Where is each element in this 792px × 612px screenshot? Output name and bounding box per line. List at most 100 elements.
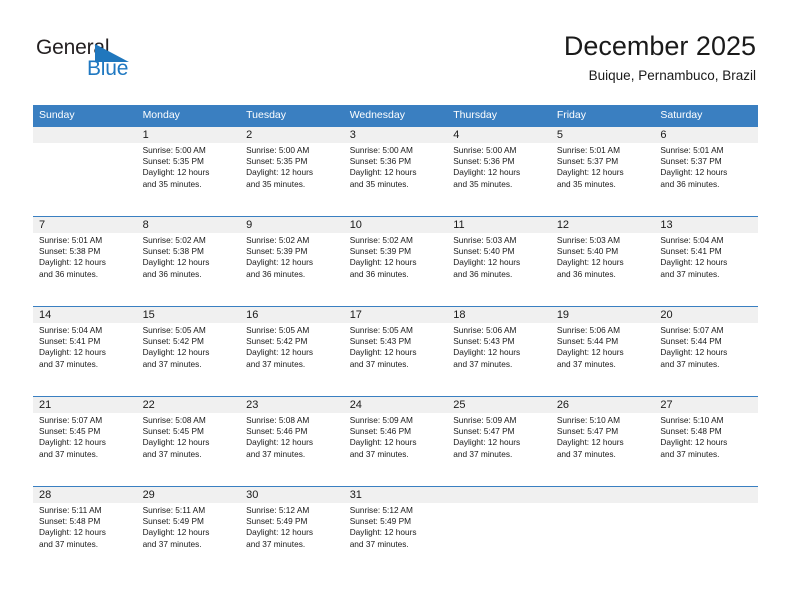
daylight-text-line1: Daylight: 12 hours — [556, 257, 624, 268]
day-number: 6 — [660, 129, 667, 141]
daylight-text-line1: Daylight: 12 hours — [349, 257, 417, 268]
day-cell[interactable]: 16 Sunrise: 5:05 AM Sunset: 5:42 PM Dayl… — [240, 307, 344, 370]
sunset-text: Sunset: 5:43 PM — [349, 336, 412, 347]
day-details: Sunrise: 5:02 AM Sunset: 5:39 PM Dayligh… — [350, 235, 448, 280]
daylight-text-line1: Daylight: 12 hours — [142, 527, 210, 538]
calendar-week-row: 21 Sunrise: 5:07 AM Sunset: 5:45 PM Dayl… — [33, 396, 758, 486]
daylight-text-line2: and 36 minutes. — [453, 268, 513, 279]
daylight-text-line1: Daylight: 12 hours — [39, 437, 106, 448]
title-block: December 2025 Buique, Pernambuco, Brazil — [564, 30, 756, 84]
daylight-text-line2: and 35 minutes. — [349, 178, 409, 189]
day-details: Sunrise: 5:12 AM Sunset: 5:49 PM Dayligh… — [246, 505, 344, 550]
day-cell[interactable]: 3 Sunrise: 5:00 AM Sunset: 5:36 PM Dayli… — [344, 127, 448, 190]
sunset-text: Sunset: 5:45 PM — [39, 426, 101, 437]
day-number: 25 — [453, 399, 466, 411]
day-cell[interactable]: 18 Sunrise: 5:06 AM Sunset: 5:43 PM Dayl… — [447, 307, 551, 370]
day-number: 3 — [349, 129, 356, 141]
day-cell[interactable]: 31 Sunrise: 5:12 AM Sunset: 5:49 PM Dayl… — [344, 487, 448, 550]
day-cell[interactable]: 4 Sunrise: 5:00 AM Sunset: 5:36 PM Dayli… — [447, 127, 551, 190]
day-cell[interactable]: 11 Sunrise: 5:03 AM Sunset: 5:40 PM Dayl… — [447, 217, 551, 280]
day-cell[interactable]: 23 Sunrise: 5:08 AM Sunset: 5:46 PM Dayl… — [240, 397, 344, 460]
day-details: Sunrise: 5:02 AM Sunset: 5:38 PM Dayligh… — [143, 235, 241, 280]
day-cell[interactable]: 2 Sunrise: 5:00 AM Sunset: 5:35 PM Dayli… — [240, 127, 344, 190]
day-details: Sunrise: 5:01 AM Sunset: 5:37 PM Dayligh… — [557, 145, 655, 190]
daylight-text-line2: and 35 minutes. — [142, 178, 202, 189]
daylight-text-line1: Daylight: 12 hours — [246, 257, 313, 268]
daylight-text-line2: and 36 minutes. — [39, 268, 99, 279]
day-cell[interactable]: 22 Sunrise: 5:08 AM Sunset: 5:45 PM Dayl… — [137, 397, 241, 460]
day-details: Sunrise: 5:10 AM Sunset: 5:48 PM Dayligh… — [660, 415, 758, 460]
day-cell[interactable]: 21 Sunrise: 5:07 AM Sunset: 5:45 PM Dayl… — [33, 397, 137, 460]
daylight-text-line2: and 35 minutes. — [246, 178, 306, 189]
calendar-week-row: 1 Sunrise: 5:00 AM Sunset: 5:35 PM Dayli… — [33, 126, 758, 216]
page-subtitle: Buique, Pernambuco, Brazil — [588, 68, 756, 83]
sunset-text: Sunset: 5:49 PM — [246, 516, 308, 527]
weekday-header-saturday: Saturday — [660, 109, 703, 121]
day-number: 20 — [660, 309, 673, 321]
sunset-text: Sunset: 5:41 PM — [39, 336, 101, 347]
day-cell[interactable]: 17 Sunrise: 5:05 AM Sunset: 5:43 PM Dayl… — [344, 307, 448, 370]
sunset-text: Sunset: 5:42 PM — [142, 336, 204, 347]
day-cell[interactable]: 7 Sunrise: 5:01 AM Sunset: 5:38 PM Dayli… — [33, 217, 137, 280]
sunrise-text: Sunrise: 5:04 AM — [660, 235, 724, 245]
day-cell[interactable]: 19 Sunrise: 5:06 AM Sunset: 5:44 PM Dayl… — [551, 307, 655, 370]
daylight-text-line1: Daylight: 12 hours — [246, 527, 313, 538]
day-cell[interactable]: 25 Sunrise: 5:09 AM Sunset: 5:47 PM Dayl… — [447, 397, 551, 460]
day-number: 5 — [556, 129, 563, 141]
day-details: Sunrise: 5:05 AM Sunset: 5:43 PM Dayligh… — [350, 325, 448, 370]
day-cell[interactable]: 8 Sunrise: 5:02 AM Sunset: 5:38 PM Dayli… — [137, 217, 241, 280]
day-cell[interactable] — [551, 487, 655, 550]
sunrise-text: Sunrise: 5:03 AM — [556, 235, 620, 245]
day-cell[interactable]: 5 Sunrise: 5:01 AM Sunset: 5:37 PM Dayli… — [551, 127, 655, 190]
day-cell[interactable] — [447, 487, 551, 550]
day-details: Sunrise: 5:05 AM Sunset: 5:42 PM Dayligh… — [143, 325, 241, 370]
day-cell[interactable]: 30 Sunrise: 5:12 AM Sunset: 5:49 PM Dayl… — [240, 487, 344, 550]
day-cell[interactable]: 26 Sunrise: 5:10 AM Sunset: 5:47 PM Dayl… — [551, 397, 655, 460]
daylight-text-line2: and 36 minutes. — [349, 268, 409, 279]
calendar-page: General Blue December 2025 Buique, Perna… — [0, 0, 792, 612]
day-cell[interactable]: 29 Sunrise: 5:11 AM Sunset: 5:49 PM Dayl… — [137, 487, 241, 550]
sunset-text: Sunset: 5:44 PM — [556, 336, 619, 347]
daylight-text-line2: and 37 minutes. — [660, 268, 720, 279]
sunrise-text: Sunrise: 5:05 AM — [142, 325, 206, 335]
day-details: Sunrise: 5:06 AM Sunset: 5:43 PM Dayligh… — [453, 325, 551, 370]
daylight-text-line2: and 36 minutes. — [246, 268, 306, 279]
day-number: 8 — [142, 219, 149, 231]
day-cell[interactable]: 28 Sunrise: 5:11 AM Sunset: 5:48 PM Dayl… — [33, 487, 137, 550]
day-details: Sunrise: 5:08 AM Sunset: 5:45 PM Dayligh… — [143, 415, 241, 460]
day-cell[interactable]: 10 Sunrise: 5:02 AM Sunset: 5:39 PM Dayl… — [344, 217, 448, 280]
day-number: 4 — [453, 129, 460, 141]
day-number: 11 — [453, 219, 465, 231]
day-cell[interactable]: 13 Sunrise: 5:04 AM Sunset: 5:41 PM Dayl… — [654, 217, 758, 280]
sunrise-text: Sunrise: 5:06 AM — [556, 325, 620, 335]
day-cell[interactable]: 20 Sunrise: 5:07 AM Sunset: 5:44 PM Dayl… — [654, 307, 758, 370]
daylight-text-line1: Daylight: 12 hours — [453, 347, 521, 358]
general-blue-logo[interactable]: General Blue — [36, 36, 216, 84]
day-cell[interactable]: 9 Sunrise: 5:02 AM Sunset: 5:39 PM Dayli… — [240, 217, 344, 280]
daylight-text-line1: Daylight: 12 hours — [246, 437, 313, 448]
daylight-text-line2: and 37 minutes. — [246, 358, 306, 369]
page-title: December 2025 — [563, 31, 756, 61]
day-cell[interactable]: 15 Sunrise: 5:05 AM Sunset: 5:42 PM Dayl… — [137, 307, 241, 370]
day-cell[interactable]: 14 Sunrise: 5:04 AM Sunset: 5:41 PM Dayl… — [33, 307, 137, 370]
day-cell[interactable]: 24 Sunrise: 5:09 AM Sunset: 5:46 PM Dayl… — [344, 397, 448, 460]
daylight-text-line2: and 37 minutes. — [39, 448, 99, 459]
day-cell[interactable]: 27 Sunrise: 5:10 AM Sunset: 5:48 PM Dayl… — [654, 397, 758, 460]
day-details: Sunrise: 5:00 AM Sunset: 5:35 PM Dayligh… — [246, 145, 344, 190]
sunset-text: Sunset: 5:38 PM — [142, 246, 204, 257]
day-number: 9 — [246, 219, 253, 231]
sunrise-text: Sunrise: 5:00 AM — [349, 145, 413, 155]
day-cell[interactable]: 6 Sunrise: 5:01 AM Sunset: 5:37 PM Dayli… — [654, 127, 758, 190]
day-cell[interactable]: 1 Sunrise: 5:00 AM Sunset: 5:35 PM Dayli… — [137, 127, 241, 190]
day-cell[interactable] — [654, 487, 758, 550]
day-cell[interactable] — [33, 127, 137, 190]
daylight-text-line2: and 35 minutes. — [556, 178, 616, 189]
day-details: Sunrise: 5:01 AM Sunset: 5:37 PM Dayligh… — [660, 145, 758, 190]
sunrise-text: Sunrise: 5:02 AM — [246, 235, 310, 245]
daylight-text-line1: Daylight: 12 hours — [142, 257, 210, 268]
day-number: 21 — [39, 399, 52, 411]
sunrise-text: Sunrise: 5:00 AM — [453, 145, 517, 155]
sunrise-text: Sunrise: 5:09 AM — [453, 415, 517, 425]
day-details: Sunrise: 5:08 AM Sunset: 5:46 PM Dayligh… — [246, 415, 344, 460]
day-cell[interactable]: 12 Sunrise: 5:03 AM Sunset: 5:40 PM Dayl… — [551, 217, 655, 280]
